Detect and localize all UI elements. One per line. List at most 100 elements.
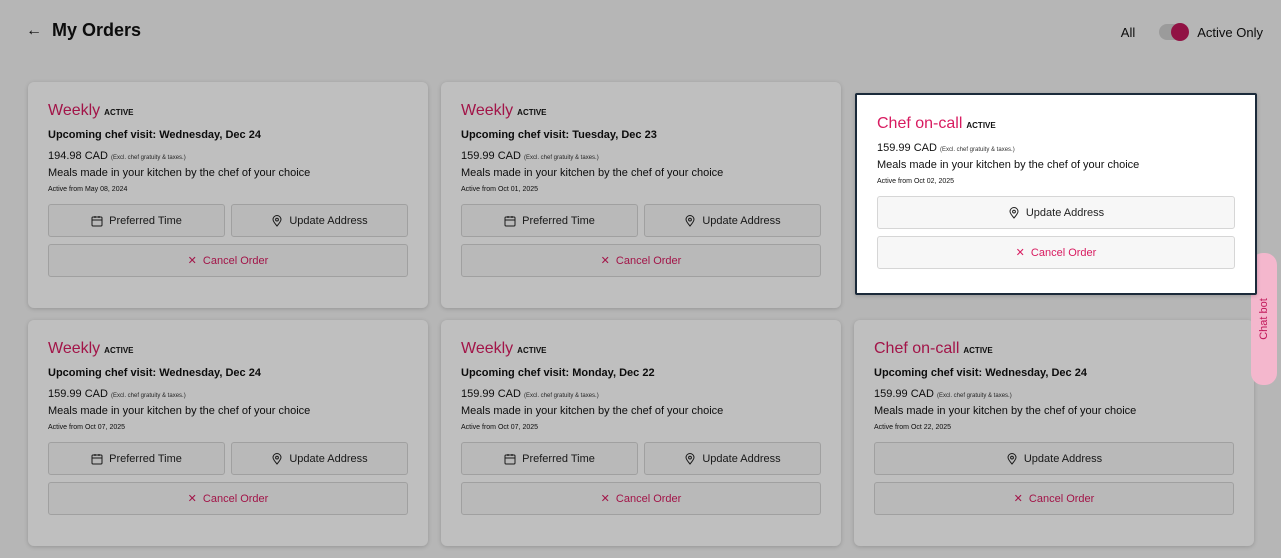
update-address-button[interactable]: Update Address bbox=[874, 442, 1234, 475]
active-since: Active from Oct 07, 2025 bbox=[48, 424, 126, 431]
update-address-label: Update Address bbox=[702, 452, 781, 465]
location-pin-icon bbox=[685, 214, 695, 227]
price: 159.99 CAD bbox=[877, 142, 937, 154]
page-header: ← My Orders bbox=[26, 20, 141, 41]
calendar-icon bbox=[91, 215, 103, 226]
status-badge: ACTIVE bbox=[966, 121, 996, 130]
cancel-order-label: Cancel Order bbox=[615, 254, 682, 267]
location-pin-icon bbox=[1007, 452, 1017, 465]
cancel-order-button[interactable]: ✕ Cancel Order bbox=[461, 482, 821, 515]
chat-bot-label: Chat bot bbox=[1258, 298, 1270, 340]
status-badge: ACTIVE bbox=[963, 346, 993, 355]
update-address-button[interactable]: Update Address bbox=[644, 442, 821, 475]
update-address-label: Update Address bbox=[289, 214, 368, 227]
preferred-time-label: Preferred Time bbox=[522, 214, 595, 227]
cancel-order-button[interactable]: ✕ Cancel Order bbox=[461, 244, 821, 277]
order-description: Meals made in your kitchen by the chef o… bbox=[48, 167, 311, 179]
price: 159.99 CAD bbox=[48, 388, 108, 400]
status-badge: ACTIVE bbox=[104, 108, 134, 117]
update-address-label: Update Address bbox=[1025, 206, 1105, 219]
order-card: Weekly ACTIVE Upcoming chef visit: Wednes… bbox=[28, 320, 428, 546]
status-badge: ACTIVE bbox=[517, 108, 547, 117]
orders-page: ← My Orders All Active Only Weekly ACTIVE… bbox=[0, 0, 1281, 558]
preferred-time-button[interactable]: Preferred Time bbox=[48, 442, 225, 475]
preferred-time-button[interactable]: Preferred Time bbox=[461, 442, 638, 475]
filter-active-only-label[interactable]: Active Only bbox=[1197, 25, 1263, 40]
location-pin-icon bbox=[272, 452, 282, 465]
status-badge: ACTIVE bbox=[517, 346, 547, 355]
order-card: Weekly ACTIVE Upcoming chef visit: Wednes… bbox=[28, 82, 428, 308]
order-description: Meals made in your kitchen by the chef o… bbox=[874, 405, 1137, 417]
plan-name: Weekly bbox=[461, 340, 514, 357]
close-icon: ✕ bbox=[1013, 493, 1023, 505]
update-address-button[interactable]: Update Address bbox=[231, 442, 408, 475]
order-card: Weekly ACTIVE Upcoming chef visit: Tuesda… bbox=[441, 82, 841, 308]
preferred-time-label: Preferred Time bbox=[522, 452, 595, 465]
cancel-order-label: Cancel Order bbox=[615, 492, 682, 505]
active-only-toggle[interactable] bbox=[1159, 23, 1190, 41]
cancel-order-label: Cancel Order bbox=[1030, 246, 1097, 259]
cancel-order-button[interactable]: ✕ Cancel Order bbox=[877, 236, 1235, 269]
price-note: (Excl. chef gratuity & taxes.) bbox=[524, 155, 599, 161]
active-since: Active from Oct 22, 2025 bbox=[874, 424, 952, 431]
order-description: Meals made in your kitchen by the chef o… bbox=[461, 167, 724, 179]
price-note: (Excl. chef gratuity & taxes.) bbox=[524, 393, 599, 399]
upcoming-visit: Upcoming chef visit: Wednesday, Dec 24 bbox=[874, 367, 1087, 379]
update-address-button[interactable]: Update Address bbox=[231, 204, 408, 237]
order-card-highlighted: Chef on-call ACTIVE 159.99 CAD (Excl. che… bbox=[855, 93, 1257, 295]
close-icon: ✕ bbox=[600, 255, 610, 267]
price-note: (Excl. chef gratuity & taxes.) bbox=[937, 393, 1012, 399]
order-description: Meals made in your kitchen by the chef o… bbox=[48, 405, 311, 417]
cancel-order-label: Cancel Order bbox=[202, 254, 269, 267]
update-address-button[interactable]: Update Address bbox=[877, 196, 1235, 229]
calendar-icon bbox=[504, 453, 516, 464]
update-address-label: Update Address bbox=[702, 214, 781, 227]
upcoming-visit: Upcoming chef visit: Wednesday, Dec 24 bbox=[48, 129, 261, 141]
active-since: Active from Oct 02, 2025 bbox=[877, 178, 955, 185]
order-description: Meals made in your kitchen by the chef o… bbox=[877, 159, 1140, 171]
update-address-button[interactable]: Update Address bbox=[644, 204, 821, 237]
cancel-order-button[interactable]: ✕ Cancel Order bbox=[48, 482, 408, 515]
back-arrow-icon[interactable]: ← bbox=[26, 22, 42, 40]
plan-name: Weekly bbox=[48, 102, 101, 119]
upcoming-visit: Upcoming chef visit: Wednesday, Dec 24 bbox=[48, 367, 261, 379]
upcoming-visit: Upcoming chef visit: Tuesday, Dec 23 bbox=[461, 129, 657, 141]
filter-all-label[interactable]: All bbox=[1121, 25, 1135, 40]
preferred-time-label: Preferred Time bbox=[109, 214, 182, 227]
price: 194.98 CAD bbox=[48, 150, 108, 162]
plan-name: Weekly bbox=[461, 102, 514, 119]
preferred-time-label: Preferred Time bbox=[109, 452, 182, 465]
location-pin-icon bbox=[1009, 206, 1019, 219]
plan-name: Chef on-call bbox=[874, 340, 960, 357]
order-card: Chef on-call ACTIVE Upcoming chef visit: … bbox=[854, 320, 1254, 546]
active-since: Active from Oct 01, 2025 bbox=[461, 186, 539, 193]
preferred-time-button[interactable]: Preferred Time bbox=[461, 204, 638, 237]
calendar-icon bbox=[504, 215, 516, 226]
location-pin-icon bbox=[685, 452, 695, 465]
filter-toggle-group: All Active Only bbox=[1121, 23, 1263, 41]
close-icon: ✕ bbox=[187, 255, 197, 267]
calendar-icon bbox=[91, 453, 103, 464]
cancel-order-label: Cancel Order bbox=[202, 492, 269, 505]
active-since: Active from May 08, 2024 bbox=[48, 186, 128, 193]
close-icon: ✕ bbox=[600, 493, 610, 505]
price-note: (Excl. chef gratuity & taxes.) bbox=[111, 155, 186, 161]
preferred-time-button[interactable]: Preferred Time bbox=[48, 204, 225, 237]
price: 159.99 CAD bbox=[461, 388, 521, 400]
update-address-label: Update Address bbox=[289, 452, 368, 465]
order-card: Weekly ACTIVE Upcoming chef visit: Monday… bbox=[441, 320, 841, 546]
location-pin-icon bbox=[272, 214, 282, 227]
price: 159.99 CAD bbox=[461, 150, 521, 162]
page-title: My Orders bbox=[52, 20, 142, 40]
price-note: (Excl. chef gratuity & taxes.) bbox=[111, 393, 186, 399]
plan-name: Chef on-call bbox=[877, 115, 963, 132]
cancel-order-button[interactable]: ✕ Cancel Order bbox=[874, 482, 1234, 515]
plan-name: Weekly bbox=[48, 340, 101, 357]
cancel-order-button[interactable]: ✕ Cancel Order bbox=[48, 244, 408, 277]
order-description: Meals made in your kitchen by the chef o… bbox=[461, 405, 724, 417]
upcoming-visit: Upcoming chef visit: Monday, Dec 22 bbox=[461, 367, 655, 379]
close-icon: ✕ bbox=[187, 493, 197, 505]
close-icon: ✕ bbox=[1015, 247, 1025, 259]
status-badge: ACTIVE bbox=[104, 346, 134, 355]
price: 159.99 CAD bbox=[874, 388, 934, 400]
